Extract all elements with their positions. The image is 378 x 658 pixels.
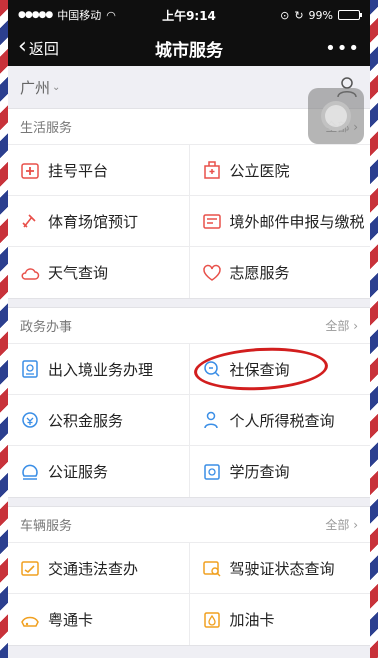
license-search-icon xyxy=(202,561,220,577)
service-license-status[interactable]: 驾驶证状态查询 xyxy=(188,543,371,593)
chevron-left-icon: ‹ xyxy=(18,33,27,59)
service-label: 志愿服务 xyxy=(229,264,290,282)
chevron-right-icon: › xyxy=(353,319,358,333)
carrier-label: 中国移动 xyxy=(57,9,102,22)
section-government-affairs: 政务办事 全部 › 出入境业务办理 社保查询 公积金服务 个人所得税查询 公证服… xyxy=(8,307,370,498)
service-row: 出入境业务办理 社保查询 xyxy=(8,344,370,395)
tax-person-icon xyxy=(203,411,218,429)
service-registration[interactable]: 挂号平台 xyxy=(8,145,189,195)
service-label: 公证服务 xyxy=(48,463,109,481)
service-notary[interactable]: 公证服务 xyxy=(8,446,189,497)
housing-fund-icon xyxy=(22,412,38,428)
service-label: 加油卡 xyxy=(229,611,275,629)
education-icon xyxy=(203,463,220,480)
notary-icon xyxy=(22,464,38,480)
traffic-violation-icon xyxy=(21,561,39,576)
social-security-icon xyxy=(203,361,220,377)
service-yuetong-card[interactable]: 粤通卡 xyxy=(8,594,189,645)
service-label: 学历查询 xyxy=(229,463,290,481)
city-selector[interactable]: 广州 ⌄ xyxy=(20,77,60,98)
assistive-touch-icon xyxy=(321,101,351,131)
service-income-tax[interactable]: 个人所得税查询 xyxy=(188,395,371,445)
service-label: 公立医院 xyxy=(229,161,290,180)
section-header: 车辆服务 全部 › xyxy=(8,507,370,543)
service-label: 个人所得税查询 xyxy=(229,411,335,430)
service-label: 公积金服务 xyxy=(48,411,124,430)
alarm-icon: ⊙ xyxy=(280,8,290,22)
app-page: ●●●●● 中国移动 ◠ 上午9:14 ⊙ ↻ 99% ‹ 返回 城市服务 ••… xyxy=(8,0,370,658)
service-fuel-card[interactable]: 加油卡 xyxy=(188,594,371,645)
chevron-down-icon: ⌄ xyxy=(52,81,61,93)
see-all-link[interactable]: 全部 › xyxy=(325,516,358,533)
service-row: 交通违法查办 驾驶证状态查询 xyxy=(8,543,370,594)
section-title: 车辆服务 xyxy=(20,519,73,534)
service-row: 粤通卡 加油卡 xyxy=(8,594,370,645)
service-public-hospital[interactable]: 公立医院 xyxy=(188,145,371,195)
service-label: 天气查询 xyxy=(48,264,109,282)
service-label: 境外邮件申报与缴税 xyxy=(229,212,365,231)
chevron-right-icon: › xyxy=(353,518,358,532)
service-label: 出入境业务办理 xyxy=(48,360,154,379)
service-row: 公证服务 学历查询 xyxy=(8,446,370,497)
service-label: 粤通卡 xyxy=(48,611,94,629)
hospital-building-icon xyxy=(203,161,220,179)
page-title: 城市服务 xyxy=(155,40,223,61)
service-label: 驾驶证状态查询 xyxy=(229,559,335,578)
weather-icon xyxy=(21,267,40,280)
assistive-touch-button[interactable] xyxy=(308,88,364,144)
service-housing-fund[interactable]: 公积金服务 xyxy=(8,395,189,445)
section-header: 政务办事 全部 › xyxy=(8,308,370,344)
service-traffic-violation[interactable]: 交通违法查办 xyxy=(8,543,189,593)
service-row: 体育场馆预订 境外邮件申报与缴税 xyxy=(8,196,370,247)
service-education[interactable]: 学历查询 xyxy=(188,446,371,497)
fuel-card-icon xyxy=(203,611,220,628)
passport-icon xyxy=(22,360,38,378)
service-sports-booking[interactable]: 体育场馆预订 xyxy=(8,196,189,246)
service-volunteer[interactable]: 志愿服务 xyxy=(188,247,371,298)
heart-icon xyxy=(202,264,221,281)
service-row: 天气查询 志愿服务 xyxy=(8,247,370,298)
service-entry-exit[interactable]: 出入境业务办理 xyxy=(8,344,189,394)
see-all-label: 全部 xyxy=(325,319,350,333)
back-label: 返回 xyxy=(28,39,59,58)
service-row: 公积金服务 个人所得税查询 xyxy=(8,395,370,446)
battery-icon xyxy=(338,10,362,20)
rotation-lock-icon: ↻ xyxy=(294,8,304,22)
section-title: 政务办事 xyxy=(20,320,73,335)
status-bar: ●●●●● 中国移动 ◠ 上午9:14 ⊙ ↻ 99% xyxy=(8,0,370,30)
signal-icon: ●●●●● xyxy=(18,10,53,20)
see-all-label: 全部 xyxy=(325,518,350,532)
service-weather[interactable]: 天气查询 xyxy=(8,247,189,298)
service-label: 社保查询 xyxy=(229,360,290,379)
service-overseas-mail[interactable]: 境外邮件申报与缴税 xyxy=(188,196,371,246)
wifi-icon: ◠ xyxy=(106,8,116,22)
mail-declare-icon xyxy=(202,214,221,229)
city-name: 广州 xyxy=(20,78,51,97)
more-button[interactable]: ••• xyxy=(325,38,360,59)
battery-percent: 99% xyxy=(308,8,333,22)
sports-icon xyxy=(22,214,36,228)
service-label: 挂号平台 xyxy=(48,161,109,180)
see-all-link[interactable]: 全部 › xyxy=(325,317,358,334)
card-icon xyxy=(21,616,39,627)
service-label: 交通违法查办 xyxy=(48,559,139,578)
section-vehicle-services: 车辆服务 全部 › 交通违法查办 驾驶证状态查询 粤通卡 加油卡 xyxy=(8,506,370,646)
back-button[interactable]: ‹ 返回 xyxy=(18,33,59,59)
service-social-security[interactable]: 社保查询 xyxy=(188,344,371,394)
section-title: 生活服务 xyxy=(20,121,73,136)
service-label: 体育场馆预订 xyxy=(48,212,139,231)
hospital-plus-icon xyxy=(21,163,39,179)
service-row: 挂号平台 公立医院 xyxy=(8,145,370,196)
nav-bar: ‹ 返回 城市服务 ••• xyxy=(8,30,370,66)
